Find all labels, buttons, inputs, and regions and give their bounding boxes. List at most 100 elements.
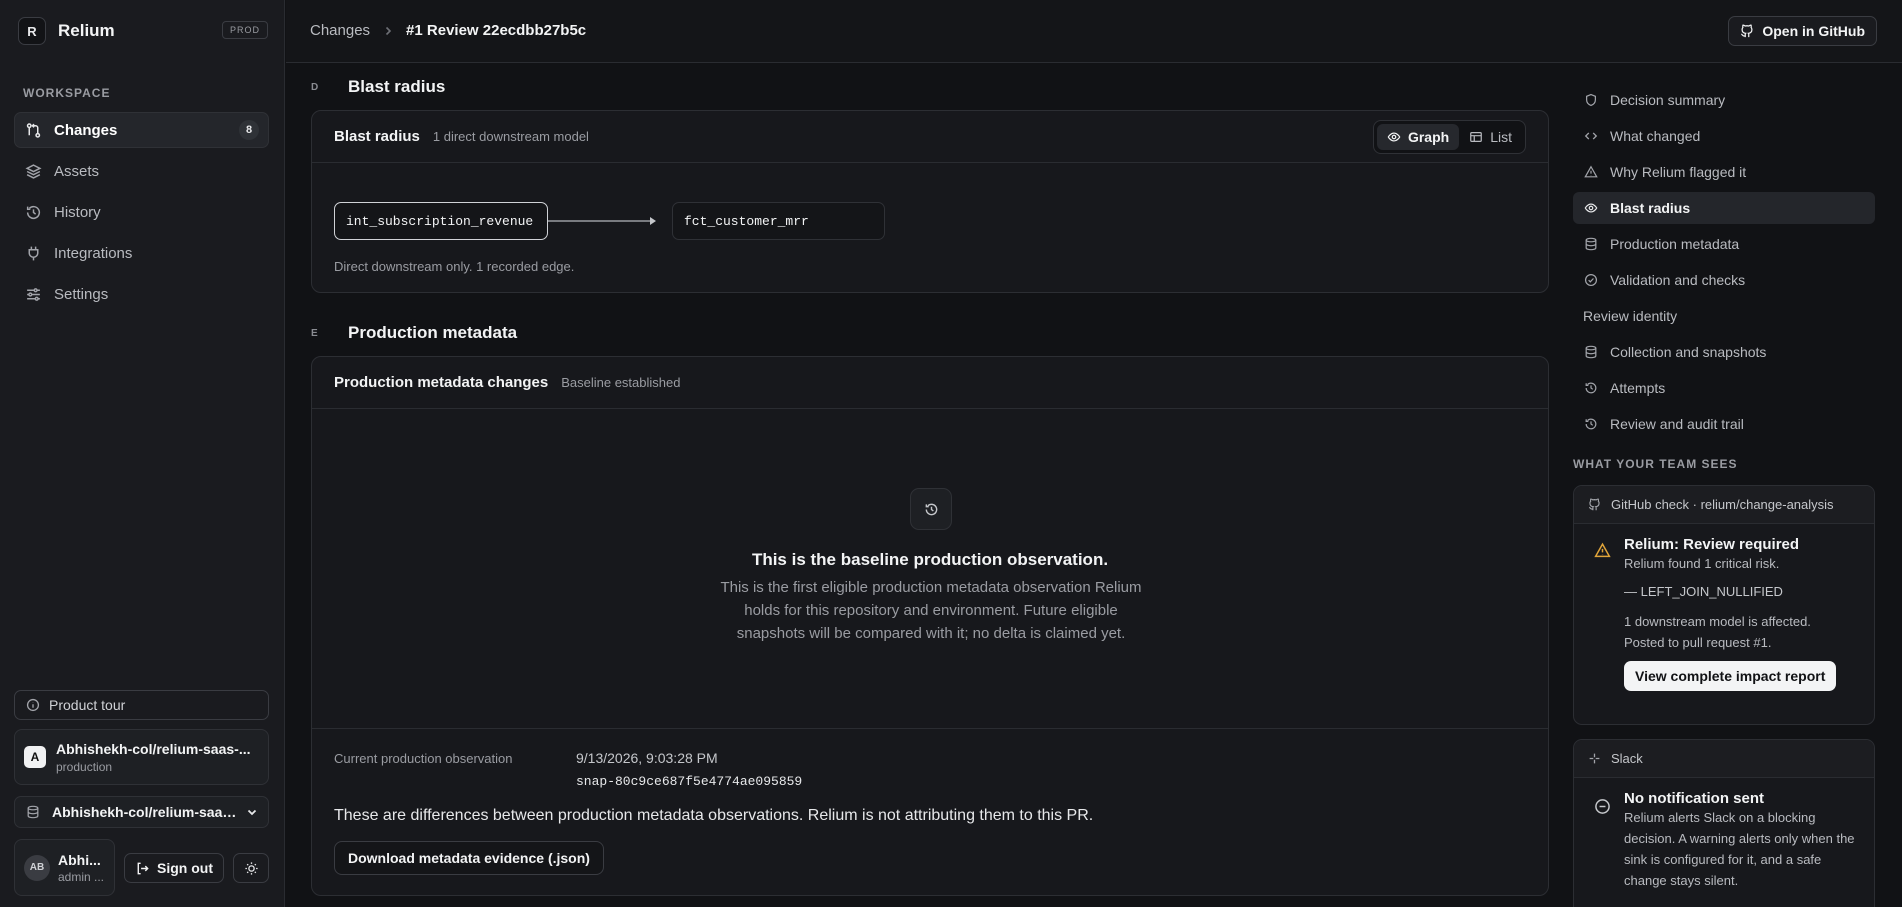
toc-label: Production metadata xyxy=(1610,236,1740,252)
github-check-body: Relium: Review required Relium found 1 c… xyxy=(1574,524,1874,705)
toc-label: Collection and snapshots xyxy=(1610,344,1767,360)
warning-icon xyxy=(1584,165,1598,178)
breadcrumb-current: #1 Review 22ecdbb27b5c xyxy=(406,22,587,39)
toc-audit-trail[interactable]: Review and audit trail xyxy=(1573,408,1875,440)
toc-validation-checks[interactable]: Validation and checks xyxy=(1573,264,1875,296)
history-icon xyxy=(1585,382,1597,394)
repo-card[interactable]: A Abhishekh-col/relium-saas-... producti… xyxy=(14,729,269,785)
theme-toggle-button[interactable] xyxy=(233,853,269,883)
sliders-icon xyxy=(27,287,40,301)
download-evidence-button[interactable]: Download metadata evidence (.json) xyxy=(334,841,604,875)
avatar: AB xyxy=(24,854,50,881)
history-icon xyxy=(1585,418,1597,430)
empty-state-icon xyxy=(910,488,952,530)
toc-why-flagged[interactable]: Why Relium flagged it xyxy=(1573,156,1875,188)
sidebar-item-assets[interactable]: Assets xyxy=(14,153,269,189)
minus-circle-icon xyxy=(1595,799,1610,814)
slack-description: Relium alerts Slack on a blocking decisi… xyxy=(1624,810,1855,888)
toc-what-changed[interactable]: What changed xyxy=(1573,120,1875,152)
toc-decision-summary[interactable]: Decision summary xyxy=(1573,84,1875,116)
check-circle-icon xyxy=(1584,273,1598,287)
graph-note: Direct downstream only. 1 recorded edge. xyxy=(334,259,575,274)
downstream-model-node[interactable]: fct_customer_mrr xyxy=(672,202,885,240)
source-model-node[interactable]: int_subscription_revenue xyxy=(334,202,548,240)
user-card[interactable]: AB Abhi... admin ... xyxy=(14,839,115,896)
toc-blast-radius[interactable]: Blast radius xyxy=(1573,192,1875,224)
section-letter: D xyxy=(311,81,319,93)
repo-avatar: A xyxy=(24,746,46,768)
shield-icon xyxy=(1586,93,1596,107)
brand-logo: R xyxy=(18,17,46,45)
slack-icon xyxy=(1589,753,1600,764)
open-in-github-button[interactable]: Open in GitHub xyxy=(1728,16,1877,46)
section-header-production-metadata: E Production metadata xyxy=(286,321,517,345)
changes-count-badge: 8 xyxy=(239,120,259,140)
attribution-note: These are differences between production… xyxy=(334,807,1094,824)
slack-body: No notification sent Relium alerts Slack… xyxy=(1574,778,1874,905)
git-compare-icon xyxy=(26,122,41,138)
eye-icon xyxy=(1584,203,1598,213)
card-subtitle: 1 direct downstream model xyxy=(432,129,589,144)
card-title: Blast radius xyxy=(334,128,420,145)
github-icon xyxy=(1588,498,1600,511)
sign-out-button[interactable]: Sign out xyxy=(124,853,224,883)
sun-icon xyxy=(244,861,258,875)
list-view-label: List xyxy=(1490,129,1512,145)
risk-code: — LEFT_JOIN_NULLIFIED xyxy=(1624,584,1783,599)
info-icon xyxy=(26,698,40,712)
env-badge: PROD xyxy=(221,21,268,39)
slack-panel: Slack No notification sent Relium alerts… xyxy=(1573,739,1875,907)
chevron-right-icon xyxy=(385,26,392,35)
sidebar-item-history[interactable]: History xyxy=(14,194,269,230)
section-title: Blast radius xyxy=(348,77,446,96)
table-of-contents: Decision summary What changed Why Relium… xyxy=(1573,84,1875,444)
section-header-blast-radius: D Blast radius xyxy=(286,75,445,99)
observation-snapshot-id: snap-80c9ce687f5e4774ae095859 xyxy=(576,774,803,789)
code-icon xyxy=(1584,132,1598,140)
slack-status: No notification sent xyxy=(1624,790,1764,807)
user-name: Abhi... xyxy=(58,851,101,868)
blast-radius-card: Blast radius 1 direct downstream model G… xyxy=(311,110,1549,293)
toc-label: Decision summary xyxy=(1610,92,1726,108)
repo-select-value: Abhishekh-col/relium-saas-... xyxy=(52,804,242,820)
sidebar-item-integrations[interactable]: Integrations xyxy=(14,235,269,271)
view-toggle: Graph List xyxy=(1372,120,1526,154)
empty-state-description: This is the first eligible production me… xyxy=(720,579,1142,642)
top-bar: Changes #1 Review 22ecdbb27b5c Open in G… xyxy=(286,0,1902,63)
logout-icon xyxy=(137,862,149,874)
database-icon xyxy=(1585,345,1597,359)
sidebar-item-label: Settings xyxy=(54,285,109,303)
production-metadata-card: Production metadata changes Baseline est… xyxy=(311,356,1549,896)
repo-name: Abhishekh-col/relium-saas-... xyxy=(56,740,251,757)
chevron-down-icon xyxy=(247,809,257,816)
observation-timestamp: 9/13/2026, 9:03:28 PM xyxy=(576,750,718,766)
sidebar-item-label: History xyxy=(54,203,101,221)
list-view-button[interactable]: List xyxy=(1459,124,1522,150)
plug-icon xyxy=(28,246,39,260)
sidebar-item-changes[interactable]: Changes 8 xyxy=(14,112,269,148)
observation-footer: Current production observation 9/13/2026… xyxy=(312,728,1548,895)
section-title: Production metadata xyxy=(348,323,518,342)
github-check-panel: GitHub check · relium/change-analysis Re… xyxy=(1573,485,1875,725)
slack-title: Slack xyxy=(1611,751,1643,766)
card-title: Production metadata changes xyxy=(334,374,549,391)
graph-view-button[interactable]: Graph xyxy=(1376,124,1460,150)
history-icon xyxy=(925,503,937,515)
toc-label: Why Relium flagged it xyxy=(1610,164,1747,180)
toc-production-metadata[interactable]: Production metadata xyxy=(1573,228,1875,260)
product-tour-button[interactable]: Product tour xyxy=(14,690,269,720)
github-icon xyxy=(1741,24,1753,38)
view-impact-report-button[interactable]: View complete impact report xyxy=(1624,661,1837,691)
toc-attempts[interactable]: Attempts xyxy=(1573,372,1875,404)
github-check-summary: Relium found 1 critical risk. xyxy=(1624,556,1780,571)
repo-select[interactable]: Abhishekh-col/relium-saas-... xyxy=(14,796,269,828)
sidebar-item-label: Integrations xyxy=(54,244,133,262)
product-tour-label: Product tour xyxy=(49,697,126,713)
empty-state-title: This is the baseline production observat… xyxy=(751,550,1109,569)
breadcrumb-changes[interactable]: Changes xyxy=(310,22,370,39)
toc-review-identity[interactable]: Review identity xyxy=(1573,300,1875,332)
brand[interactable]: R Relium PROD xyxy=(18,17,268,45)
toc-collection-snapshots[interactable]: Collection and snapshots xyxy=(1573,336,1875,368)
sidebar-item-settings[interactable]: Settings xyxy=(14,276,269,312)
database-icon xyxy=(1585,237,1597,251)
